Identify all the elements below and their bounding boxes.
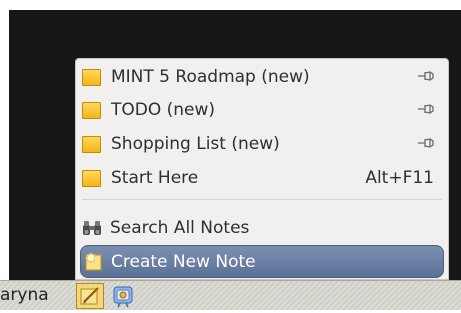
notes-menu: MINT 5 Roadmap (new) TODO (new) Shopping… [75,58,449,280]
user-name-label[interactable]: aryna [0,285,64,305]
menu-separator [82,199,442,200]
tomboy-notes-applet[interactable] [76,283,104,309]
tomboy-notes-icon [80,287,99,305]
menu-item-label: Search All Notes [110,218,250,238]
menu-item-mint5-roadmap[interactable]: MINT 5 Roadmap (new) [80,62,444,92]
note-icon [82,169,101,187]
menu-item-label: Start Here [111,168,199,188]
network-icon [113,286,133,308]
menu-item-create-new-note[interactable]: Create New Note [80,245,444,278]
note-icon [82,135,101,153]
menu-item-label: Shopping List (new) [111,134,280,154]
new-note-icon [84,252,104,272]
menu-item-search-all-notes[interactable]: Search All Notes [80,213,444,243]
menu-item-start-here[interactable]: Start Here Alt+F11 [80,163,444,193]
binoculars-icon [82,219,102,237]
menu-item-shopping-list[interactable]: Shopping List (new) [80,129,444,159]
shortcut-label: Alt+F11 [365,168,434,188]
menu-item-label: MINT 5 Roadmap (new) [111,67,310,87]
note-icon [82,101,101,119]
network-applet[interactable] [110,283,138,309]
bottom-panel: aryna [0,280,461,310]
note-icon [82,68,101,86]
menu-item-label: Create New Note [111,251,256,272]
menu-item-todo[interactable]: TODO (new) [80,95,444,125]
pin-icon[interactable] [417,102,435,116]
pin-icon[interactable] [417,69,435,83]
menu-item-label: TODO (new) [111,100,216,120]
pin-icon[interactable] [417,136,435,150]
